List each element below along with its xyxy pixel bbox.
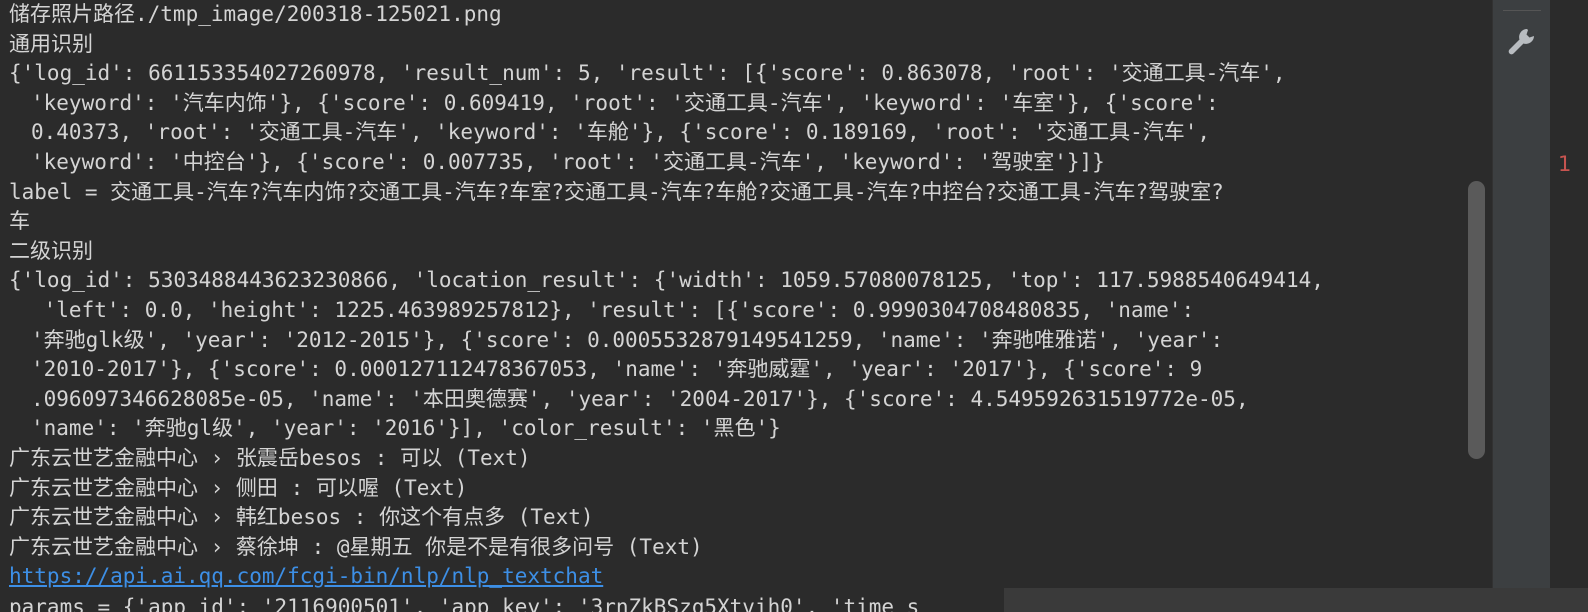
console-line-photo-path: 储存照片路径./tmp_image/200318-125021.png [9,2,502,26]
console-line-general-result: 'keyword': '汽车内饰'}, {'score': 0.609419, … [31,90,1219,115]
console-line-secondary-result: 'name': '奔驰gl级', 'year': '2016'}], 'colo… [31,416,781,441]
vertical-scrollbar-thumb[interactable] [1468,181,1485,459]
console-line-secondary-result: '奔驰glk级', 'year': '2012-2015'}, {'score'… [31,327,1224,352]
console-line-chat-message: 广东云世艺金融中心 › 韩红besos : 你这个有点多 (Text) [9,505,594,530]
run-console-output[interactable]: 储存照片路径./tmp_image/200318-125021.png 通用识别… [0,0,1462,612]
editor-edge-panel [1550,0,1588,612]
console-line-secondary-result: '2010-2017'}, {'score': 0.00012711247836… [31,357,1203,382]
console-line-general-result: 'keyword': '中控台'}, {'score': 0.007735, '… [31,149,1105,174]
console-line-general-result: 0.40373, 'root': '交通工具-汽车', 'keyword': '… [31,120,1211,145]
console-lines: 储存照片路径./tmp_image/200318-125021.png 通用识别… [9,0,1459,612]
console-line-chat-message: 广东云世艺金融中心 › 侧田 : 可以喔 (Text) [9,475,468,500]
wrench-icon[interactable] [1505,24,1539,62]
console-line-label-tail: 车 [9,209,30,234]
error-count-marker: 1 [1558,152,1572,176]
console-line-general-heading: 通用识别 [9,31,93,56]
toolbar-divider [1503,10,1541,11]
console-line-secondary-result: 'left': 0.0, 'height': 1225.463989257812… [31,297,1195,322]
horizontal-scrollbar[interactable] [1004,588,1588,612]
console-side-toolbar [1492,0,1551,612]
console-line-general-result: {'log_id': 661153354027260978, 'result_n… [9,61,1286,86]
console-line-chat-message: 广东云世艺金融中心 › 张震岳besos : 可以 (Text) [9,445,531,470]
console-line-label: label = 交通工具-汽车?汽车内饰?交通工具-汽车?车室?交通工具-汽车?… [9,179,1224,204]
console-line-secondary-result: .096097346628085e-05, 'name': '本田奥德赛', '… [31,386,1249,411]
console-line-secondary-result: {'log_id': 5303488443623230866, 'locatio… [9,268,1324,293]
console-line-chat-message: 广东云世艺金融中心 › 蔡徐坤 : @星期五 你是不是有很多问号 (Text) [9,534,703,559]
console-line-secondary-heading: 二级识别 [9,238,93,263]
